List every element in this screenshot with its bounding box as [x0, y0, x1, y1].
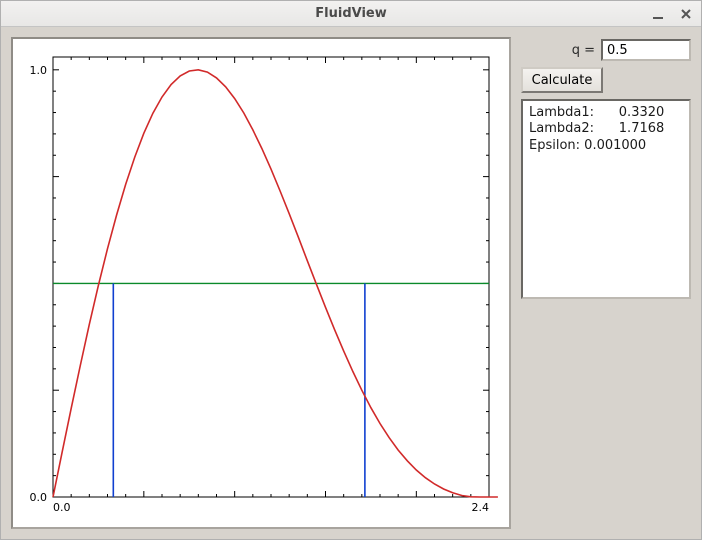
plot-canvas: 0.0 2.4 0.0 1.0 [13, 39, 509, 527]
app-window: FluidView 0.0 2.4 0.0 1.0 q = Calculate Lam… [0, 0, 702, 540]
side-panel: q = Calculate Lambda1: 0.3320 Lambda2: 1… [521, 37, 691, 529]
result-lambda2: Lambda2: 1.7168 [529, 121, 664, 136]
plot-panel: 0.0 2.4 0.0 1.0 [11, 37, 511, 529]
titlebar: FluidView [1, 1, 701, 27]
results-box: Lambda1: 0.3320 Lambda2: 1.7168 Epsilon:… [521, 99, 691, 299]
q-label: q = [572, 43, 595, 58]
calculate-button[interactable]: Calculate [521, 67, 603, 93]
svg-text:2.4: 2.4 [472, 501, 490, 514]
svg-text:0.0: 0.0 [53, 501, 71, 514]
q-row: q = [521, 37, 691, 61]
result-epsilon: Epsilon: 0.001000 [529, 138, 646, 153]
result-lambda1: Lambda1: 0.3320 [529, 105, 664, 120]
close-button[interactable] [677, 5, 695, 23]
svg-text:0.0: 0.0 [30, 491, 48, 504]
client-area: 0.0 2.4 0.0 1.0 q = Calculate Lambda1: 0.33… [1, 27, 701, 539]
window-controls [649, 1, 695, 26]
window-title: FluidView [1, 6, 701, 21]
q-input[interactable] [601, 39, 691, 61]
svg-text:1.0: 1.0 [30, 64, 48, 77]
minimize-button[interactable] [649, 5, 667, 23]
